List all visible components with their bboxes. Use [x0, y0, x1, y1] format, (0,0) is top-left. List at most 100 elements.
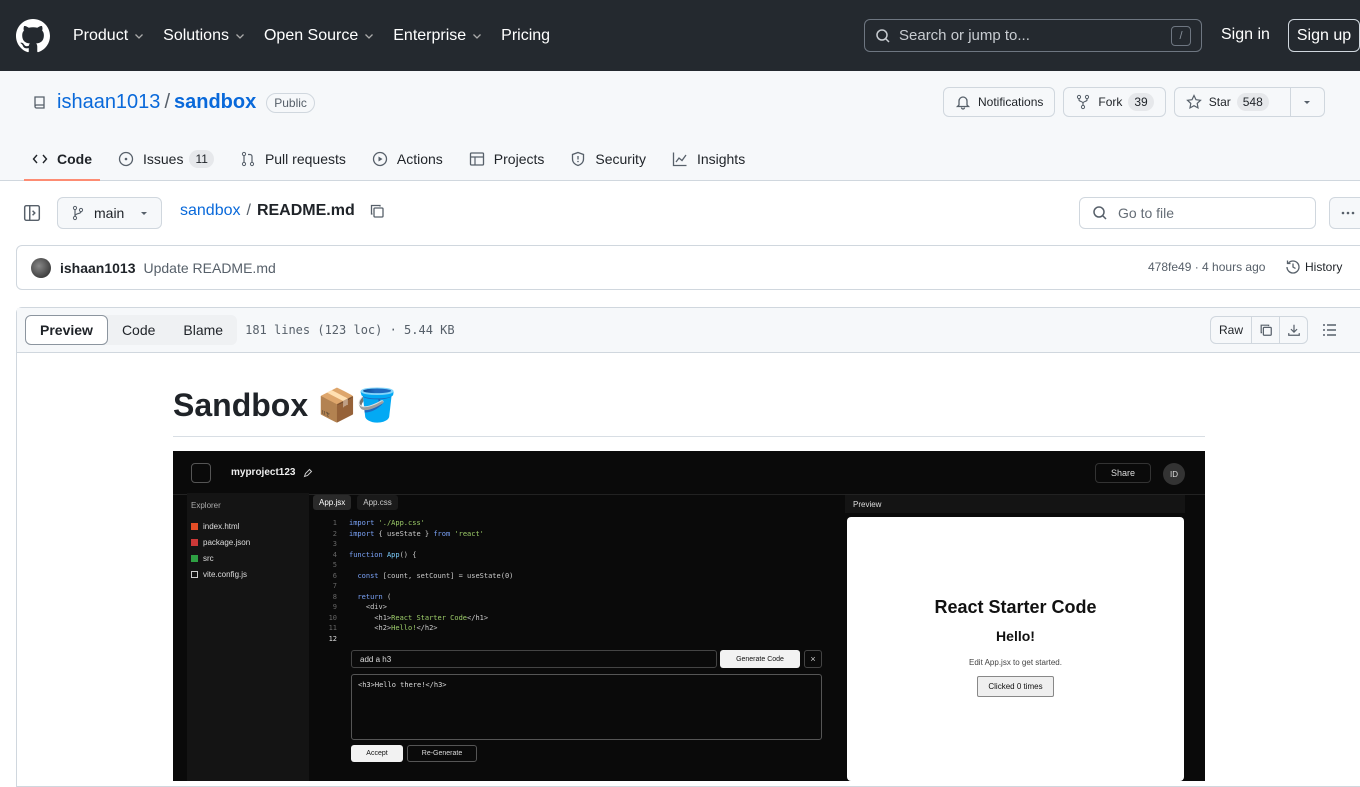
sign-in-link[interactable]: Sign in	[1221, 26, 1270, 44]
branch-name: main	[94, 205, 125, 221]
fork-button[interactable]: Fork 39	[1063, 87, 1166, 117]
tab-pull-requests[interactable]: Pull requests	[240, 137, 346, 181]
explorer-item: index.html	[191, 522, 305, 531]
raw-button[interactable]: Raw	[1210, 316, 1252, 344]
star-count: 548	[1236, 93, 1269, 111]
go-to-file-input[interactable]: Go to file	[1079, 197, 1316, 229]
branch-selector[interactable]: main	[57, 197, 162, 229]
tab-label: Security	[595, 151, 646, 167]
nav-pricing[interactable]: Pricing	[501, 27, 550, 45]
nav-label: Pricing	[501, 26, 551, 44]
star-dropdown-button[interactable]	[1290, 87, 1325, 117]
code-icon	[32, 154, 48, 164]
download-icon	[1287, 324, 1300, 336]
copy-icon	[1260, 324, 1272, 336]
search-icon	[876, 28, 890, 43]
star-button[interactable]: Star 548	[1173, 87, 1291, 117]
repo-owner-link[interactable]: ishaan1013	[57, 91, 160, 114]
triangle-down-icon	[1304, 101, 1311, 104]
code-button[interactable]: Code	[108, 315, 169, 345]
repo-name-link[interactable]: sandbox	[174, 91, 256, 114]
breadcrumb-repo-link[interactable]: sandbox	[180, 202, 241, 220]
triangle-down-icon	[141, 212, 147, 215]
repo-separator: /	[164, 91, 170, 113]
shield-icon	[572, 151, 585, 167]
tab-code[interactable]: Code	[24, 137, 100, 181]
readme-screenshot-image: myproject123 Share ID Explorer index.htm…	[173, 451, 1205, 781]
chevron-down-icon	[473, 33, 482, 39]
file-header: Preview Code Blame 181 lines (123 loc) ·…	[17, 308, 1360, 353]
history-icon	[1286, 260, 1300, 274]
file-navigation-bar: main sandbox / README.md Go to file	[0, 181, 1360, 245]
tab-label: Pull requests	[264, 151, 346, 167]
preview-label: Preview	[853, 499, 882, 509]
editor-tab: App.jsx	[313, 495, 352, 510]
preview-pane: React Starter Code Hello! Edit App.jsx t…	[847, 517, 1184, 781]
user-avatar: ID	[1163, 463, 1185, 485]
commit-author[interactable]: ishaan1013	[60, 260, 136, 276]
copy-icon[interactable]	[369, 203, 385, 219]
project-name: myproject123	[231, 467, 296, 478]
tab-projects[interactable]: Projects	[469, 137, 545, 181]
repo-title: ishaan1013 / sandbox Public	[32, 91, 315, 114]
nav-solutions[interactable]: Solutions	[163, 27, 246, 45]
github-logo-icon[interactable]	[16, 18, 50, 53]
nav-enterprise[interactable]: Enterprise	[393, 27, 483, 45]
branch-icon	[72, 205, 84, 221]
accept-button: Accept	[351, 745, 403, 762]
tab-label: Insights	[696, 151, 746, 167]
code-editor: 1 import './App.css' 2 import { useState }…	[328, 519, 514, 643]
tab-security[interactable]: Security	[570, 137, 646, 181]
history-label: History	[1305, 260, 1343, 274]
explorer-item-label: index.html	[203, 522, 240, 531]
preview-text: Edit App.jsx to get started.	[969, 658, 1062, 667]
explorer-heading: Explorer	[191, 501, 221, 510]
nav-label: Open Source	[263, 26, 359, 44]
history-button[interactable]: History	[1285, 259, 1342, 275]
download-button[interactable]	[1280, 316, 1308, 344]
tab-insights[interactable]: Insights	[672, 137, 745, 181]
avatar[interactable]	[31, 257, 51, 278]
graph-icon	[672, 152, 687, 167]
preview-heading: React Starter Code	[934, 597, 1097, 617]
tab-label: Projects	[493, 151, 545, 167]
share-button: Share	[1095, 463, 1151, 483]
chevron-down-icon	[135, 33, 144, 39]
app-logo-icon	[191, 462, 211, 483]
sidebar-expand-icon[interactable]	[23, 204, 41, 222]
regenerate-button: Re-Generate	[407, 745, 477, 762]
search-placeholder: Search or jump to...	[899, 27, 1030, 44]
list-unordered-icon[interactable]	[1322, 322, 1338, 338]
copy-raw-button[interactable]	[1252, 316, 1280, 344]
generated-code-output: <h3>Hello there!</h3>	[351, 674, 822, 740]
file-viewer: Preview Code Blame 181 lines (123 loc) ·…	[16, 307, 1360, 787]
top-nav: Product Solutions Open Source Enterprise…	[73, 27, 568, 45]
repo-tabs: Code Issues 11 Pull requests Actions Pro…	[24, 137, 771, 181]
more-options-button[interactable]	[1329, 197, 1360, 229]
commit-message[interactable]: Update README.md	[144, 260, 276, 276]
file-tools: Raw	[1210, 316, 1308, 344]
blame-button[interactable]: Blame	[169, 315, 237, 345]
notifications-button[interactable]: Notifications	[943, 87, 1056, 117]
explorer-item-label: src	[203, 554, 214, 563]
commit-meta[interactable]: 478fe49 · 4 hours ago	[1148, 260, 1265, 274]
tab-actions[interactable]: Actions	[372, 137, 443, 181]
nav-label: Enterprise	[393, 26, 467, 44]
search-icon	[1093, 206, 1107, 220]
nav-product[interactable]: Product	[73, 27, 145, 45]
tab-label: Actions	[396, 151, 443, 167]
tab-issues[interactable]: Issues 11	[118, 137, 214, 181]
ai-prompt-field: add a h3	[351, 650, 717, 668]
preview-counter-button: Clicked 0 times	[977, 676, 1054, 697]
nav-open-source[interactable]: Open Source	[264, 27, 375, 45]
preview-button[interactable]: Preview	[25, 315, 108, 345]
sign-up-button[interactable]: Sign up	[1288, 19, 1360, 52]
editor-tab: App.css	[357, 495, 398, 510]
explorer-item: package.json	[191, 538, 305, 547]
star-icon	[1185, 94, 1202, 110]
breadcrumb-separator: /	[246, 202, 251, 219]
app-topbar: myproject123	[173, 451, 1205, 495]
star-label: Star	[1208, 95, 1231, 109]
global-search-input[interactable]: Search or jump to... /	[864, 19, 1202, 52]
visibility-badge: Public	[266, 92, 315, 113]
